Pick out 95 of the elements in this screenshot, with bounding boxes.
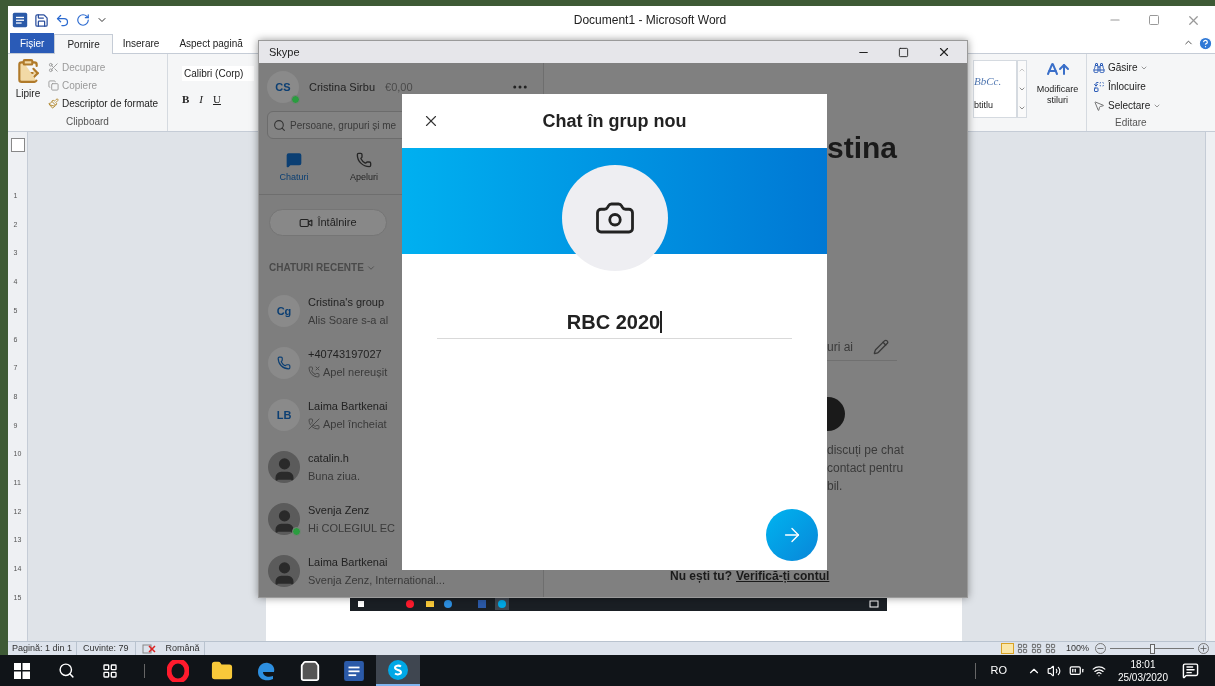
meeting-button[interactable]: Întâlnire <box>269 209 387 236</box>
redo-icon[interactable] <box>76 13 90 27</box>
input-language[interactable]: RO <box>990 662 1007 679</box>
info-text-line: discuți pe chat <box>827 442 905 459</box>
replace-label[interactable]: Înlocuire <box>1108 79 1146 94</box>
group-label: Clipboard <box>65 115 110 129</box>
taskbar-app-button[interactable] <box>376 655 420 686</box>
window-title: Skype <box>269 44 300 60</box>
nav-tab[interactable]: Apeluri <box>329 152 399 185</box>
avatar-silhouette <box>268 555 300 587</box>
clock[interactable]: 18:01 25/03/2020 <box>1117 657 1168 684</box>
font-name-field[interactable]: Calibri (Corp) <box>182 66 254 81</box>
opera-icon <box>167 659 189 682</box>
notifications-icon[interactable] <box>1182 662 1199 679</box>
chat-preview: Apel nereușit <box>323 365 388 380</box>
pointer-icon[interactable] <box>1093 99 1105 112</box>
select-label[interactable]: Selectare <box>1108 98 1151 113</box>
brush-icon[interactable] <box>48 98 59 109</box>
paste-button[interactable]: Lipire <box>8 58 48 114</box>
windows-start-icon[interactable] <box>14 662 30 679</box>
volume-icon[interactable] <box>1046 663 1061 678</box>
binoculars-icon[interactable] <box>1093 61 1105 74</box>
profile-heading: stina <box>827 133 899 163</box>
chat-name: Laima Bartkenai <box>308 398 388 414</box>
bold-button[interactable]: B <box>182 91 190 108</box>
change-styles-button[interactable]: Modificare stiluri <box>1029 54 1087 131</box>
avatar-initials: Cg <box>268 295 300 327</box>
view-icon[interactable] <box>1016 643 1028 654</box>
group-name-field[interactable]: RBC 2020 <box>437 306 792 339</box>
avatar-silhouette <box>268 451 300 483</box>
next-button[interactable] <box>766 509 818 561</box>
wifi-icon[interactable] <box>1091 663 1106 678</box>
zoom-percent[interactable]: 100% <box>1065 641 1089 656</box>
help-icon[interactable] <box>1198 36 1213 51</box>
shopping-bag-icon <box>299 659 321 682</box>
zoom-slider[interactable] <box>1110 643 1194 654</box>
footer-question: Nu ești tu? <box>670 568 732 585</box>
save-icon[interactable] <box>34 12 49 28</box>
avatar-initials: CS <box>267 71 299 103</box>
phone-icon <box>277 356 291 370</box>
profile-name[interactable]: Cristina Sirbu <box>309 78 376 96</box>
phone-icon <box>356 152 372 169</box>
underline-button[interactable]: U <box>213 91 221 108</box>
style-name: btitlu <box>974 98 994 112</box>
style-preview[interactable]: BbCc. <box>974 73 1016 90</box>
chat-preview: Alis Soare s-a al <box>308 313 389 328</box>
chat-name: Cristina's group <box>308 294 386 310</box>
ribbon-tab[interactable]: Aspect pagină <box>169 33 253 53</box>
word-app-icon[interactable] <box>12 12 28 28</box>
window-title: Document1 - Microsoft Word <box>572 12 728 29</box>
chat-name: +40743197027 <box>308 346 383 362</box>
tab-stop-selector[interactable] <box>10 138 25 152</box>
group-label: Editare <box>1114 116 1148 130</box>
maximize-icon[interactable] <box>898 46 909 58</box>
pencil-icon[interactable] <box>873 339 889 355</box>
ribbon-tab[interactable]: Inserare <box>112 33 170 53</box>
ribbon-tab[interactable]: Pornire <box>54 34 113 54</box>
ended-call-icon <box>308 418 320 431</box>
search-icon <box>273 118 286 132</box>
search-icon[interactable] <box>57 662 75 679</box>
clipboard-icon <box>15 58 41 84</box>
view-icon[interactable] <box>1044 643 1056 654</box>
chat-preview: Svenja Zenz, International... <box>308 573 445 588</box>
folder-icon <box>211 659 233 682</box>
document-app-icon[interactable] <box>343 659 365 682</box>
replace-icon[interactable] <box>1093 80 1105 93</box>
chat-bubble-icon <box>286 152 302 169</box>
italic-button[interactable]: I <box>199 91 203 108</box>
battery-icon[interactable] <box>1068 663 1084 678</box>
scroll-down-icon[interactable] <box>1018 85 1026 93</box>
verify-account-link[interactable]: Verifică-ți contul <box>736 567 830 585</box>
task-view-icon[interactable] <box>102 662 118 679</box>
chat-name: catalin.h <box>308 450 350 466</box>
chat-preview: Hi COLEGIUL EC <box>308 521 395 536</box>
close-icon[interactable] <box>937 45 951 59</box>
chat-app-icon <box>387 658 409 681</box>
chat-preview: Buna ziua. <box>308 469 360 484</box>
zoom-in-icon[interactable] <box>1198 643 1209 654</box>
ribbon-tab[interactable]: Fișier <box>10 33 55 53</box>
scrollbar-track[interactable] <box>1205 132 1215 641</box>
dialog-title: Chat în grup nou <box>541 109 688 133</box>
view-icon[interactable] <box>1030 643 1042 654</box>
avatar-silhouette <box>268 503 300 535</box>
find-label[interactable]: Găsire <box>1108 60 1138 75</box>
chat-preview: Apel încheiat <box>323 417 387 432</box>
chat-name: Laima Bartkenai <box>308 554 389 570</box>
info-text-line: contact pentru <box>827 460 905 477</box>
info-text-line: bil. <box>827 478 844 495</box>
format-painter-label[interactable]: Descriptor de formate <box>62 96 159 111</box>
avatar-initials: LB <box>268 399 300 431</box>
dark-circle-button[interactable] <box>827 397 845 431</box>
proofing-error-icon[interactable] <box>141 643 156 654</box>
chat-name: Svenja Zenz <box>308 502 371 518</box>
missed-call-icon <box>308 366 320 379</box>
undo-icon[interactable] <box>55 12 70 28</box>
